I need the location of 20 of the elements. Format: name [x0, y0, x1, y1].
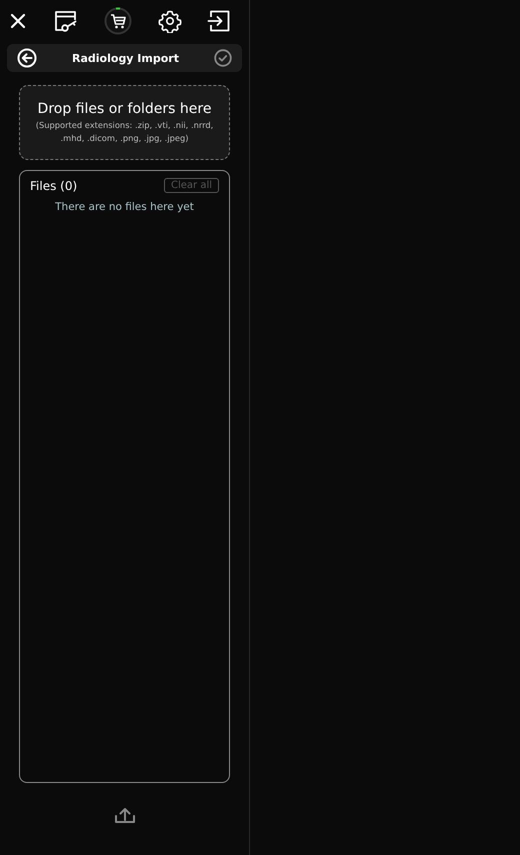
back-button[interactable] [17, 48, 37, 68]
close-icon [9, 12, 27, 30]
logout-button[interactable] [207, 9, 231, 33]
license-button[interactable] [52, 9, 78, 33]
cart-icon [104, 7, 132, 35]
panel-title: Radiology Import [72, 52, 179, 64]
cart-button[interactable] [104, 7, 132, 35]
sign-in-icon [207, 9, 231, 33]
supported-extensions-text: (Supported extensions: .zip, .vti, .nii, .nrrd, .mhd, .dicom, .png, .jpg, .jpeg) [34, 119, 214, 144]
settings-button[interactable] [158, 9, 182, 33]
window-key-icon [52, 9, 78, 33]
settings-icon [158, 9, 182, 33]
close-button[interactable] [9, 12, 27, 30]
empty-message: There are no files here yet [54, 201, 195, 213]
drop-zone[interactable]: Drop files or folders here (Supported extensions: .zip, .vti, .nii, .nrrd, .mhd, .dicom, .png, .jpg, .jpeg) [19, 85, 230, 160]
confirm-button[interactable] [214, 49, 232, 67]
files-title: Files (0) [30, 178, 78, 192]
check-circle-icon [214, 49, 232, 67]
upload-icon [112, 805, 136, 825]
drop-zone-title: Drop files or folders here [38, 101, 212, 118]
